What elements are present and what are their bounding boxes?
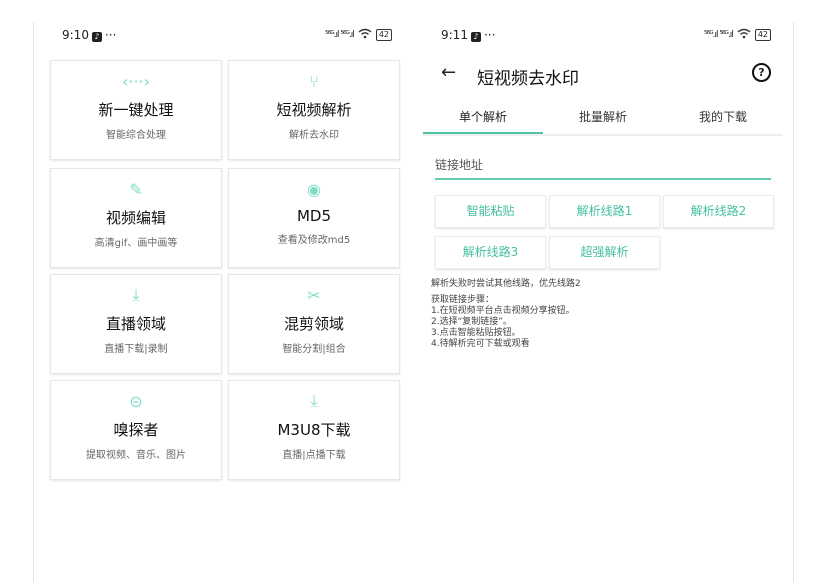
- download-icon: ⤓: [310, 391, 318, 410]
- parse-route-3-button[interactable]: 解析线路3: [435, 236, 546, 269]
- card-subtitle: 解析去水印: [289, 130, 339, 141]
- battery-icon: 42: [375, 29, 392, 41]
- url-input[interactable]: [435, 156, 771, 174]
- fork-icon: ⑂: [309, 71, 319, 91]
- scissors-icon: ✂: [307, 285, 321, 305]
- card-subtitle: 智能综合处理: [106, 130, 166, 141]
- steps-heading: 获取链接步骤：: [431, 295, 495, 305]
- card-title: 嗅探者: [113, 421, 159, 439]
- card-subtitle: 直播|点播下载: [282, 450, 346, 461]
- card-subtitle: 直播下载|录制: [104, 344, 168, 355]
- status-bar: 9:11 ♪ ··· ⁵⁶ᴳ.ıl ⁵⁶ᴳ.ıl 42: [413, 22, 793, 46]
- wifi-icon: [737, 28, 751, 42]
- card-subtitle: 高清gif、画中画等: [94, 238, 178, 249]
- signal-icon: ⁵⁶ᴳ.ıl ⁵⁶ᴳ.ıl: [325, 30, 355, 40]
- card-title: 直播领域: [105, 315, 166, 333]
- left-screen: 9:10 ♪ ··· ⁵⁶ᴳ.ıl ⁵⁶ᴳ.ıl 42 ‹···› 新一键处理 智能…: [33, 22, 415, 582]
- step-item: 3.点击智能粘贴按钮。: [431, 328, 521, 338]
- card-title: 视频编辑: [105, 209, 166, 227]
- card-quick-process[interactable]: ‹···› 新一键处理 智能综合处理: [50, 60, 222, 160]
- card-title: 混剪领域: [283, 315, 344, 333]
- wifi-icon: [358, 28, 372, 42]
- download-icon: ⤓: [132, 285, 140, 304]
- card-subtitle: 查看及修改md5: [277, 235, 351, 246]
- status-time: 9:11: [441, 28, 468, 42]
- card-subtitle: 提取视频、音乐、图片: [86, 450, 186, 461]
- link-icon: ⊝: [129, 391, 143, 411]
- code-icon: ‹···›: [121, 71, 151, 91]
- back-arrow-icon[interactable]: ←: [441, 62, 456, 83]
- step-item: 1.在短视频平台点击视频分享按钮。: [431, 306, 575, 316]
- right-screen: 9:11 ♪ ··· ⁵⁶ᴳ.ıl ⁵⁶ᴳ.ıl 42 ← 短视频去水印 ? 单个解…: [413, 22, 794, 582]
- instructions: 解析失败时尝试其他线路，优先线路2 获取链接步骤： 1.在短视频平台点击视频分享…: [431, 279, 773, 350]
- card-sniffer[interactable]: ⊝ 嗅探者 提取视频、音乐、图片: [50, 380, 222, 480]
- status-time: 9:10: [62, 28, 89, 42]
- url-field: [435, 154, 771, 180]
- smart-paste-button[interactable]: 智能粘贴: [435, 195, 546, 228]
- parse-route-2-button[interactable]: 解析线路2: [663, 195, 774, 228]
- card-short-video-parse[interactable]: ⑂ 短视频解析 解析去水印: [228, 60, 400, 160]
- card-title: 短视频解析: [276, 101, 352, 119]
- card-remix[interactable]: ✂ 混剪领域 智能分割|组合: [228, 274, 400, 374]
- card-video-edit[interactable]: ✎ 视频编辑 高清gif、画中画等: [50, 168, 222, 268]
- notification-dots: ···: [483, 28, 496, 42]
- tiktok-icon: ♪: [470, 32, 481, 42]
- page-title: 短视频去水印: [477, 69, 579, 89]
- target-icon: ◉: [307, 179, 321, 199]
- step-item: 4.待解析完可下载或观看: [431, 339, 530, 349]
- tab-bar: 单个解析 批量解析 我的下载: [423, 104, 783, 136]
- card-m3u8[interactable]: ⤓ M3U8下载 直播|点播下载: [228, 380, 400, 480]
- card-live[interactable]: ⤓ 直播领域 直播下载|录制: [50, 274, 222, 374]
- signal-icon: ⁵⁶ᴳ.ıl ⁵⁶ᴳ.ıl: [704, 30, 734, 40]
- tiktok-icon: ♪: [91, 32, 102, 42]
- pencil-icon: ✎: [129, 179, 143, 199]
- parse-route-1-button[interactable]: 解析线路1: [549, 195, 660, 228]
- card-title: 新一键处理: [98, 101, 174, 119]
- tab-batch-parse[interactable]: 批量解析: [543, 104, 663, 134]
- notification-dots: ···: [104, 28, 117, 42]
- card-title: MD5: [296, 207, 332, 225]
- battery-icon: 42: [754, 29, 771, 41]
- tab-my-downloads[interactable]: 我的下载: [663, 104, 783, 134]
- tab-single-parse[interactable]: 单个解析: [423, 104, 543, 134]
- card-subtitle: 智能分割|组合: [282, 344, 346, 355]
- help-icon[interactable]: ?: [752, 63, 771, 82]
- app-bar: ← 短视频去水印 ?: [413, 60, 793, 90]
- card-title: M3U8下载: [277, 421, 351, 439]
- hint-text: 解析失败时尝试其他线路，优先线路2: [431, 279, 581, 289]
- super-parse-button[interactable]: 超强解析: [549, 236, 660, 269]
- status-bar: 9:10 ♪ ··· ⁵⁶ᴳ.ıl ⁵⁶ᴳ.ıl 42: [34, 22, 414, 46]
- step-item: 2.选择“复制链接”。: [431, 317, 512, 327]
- card-md5[interactable]: ◉ MD5 查看及修改md5: [228, 168, 400, 268]
